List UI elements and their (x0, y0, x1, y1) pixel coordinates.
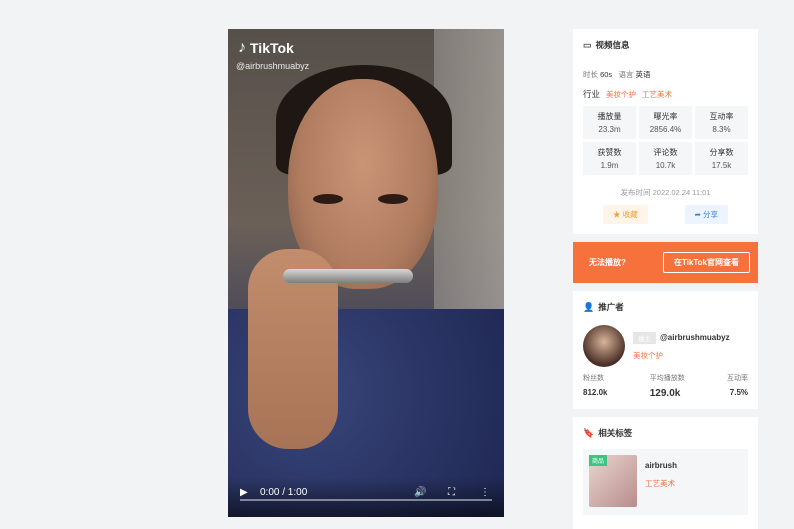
banner-text: 无法播放? (589, 258, 626, 267)
tag-name: airbrush (645, 461, 678, 470)
stat-cell: 获赞数 1.9m (583, 142, 636, 175)
stat-value: 2856.4% (649, 125, 682, 134)
stat-label: 曝光率 (653, 112, 678, 121)
volume-icon[interactable]: 🔊 (414, 487, 426, 498)
promoter-header: 👤 推广者 (583, 301, 748, 313)
industry-tag[interactable]: 美妆个护 (606, 89, 636, 100)
stat-cell: 曝光率 2856.4% (639, 106, 692, 139)
stat-cell: 评论数 10.7k (639, 142, 692, 175)
language-value: 英语 (635, 70, 651, 79)
stat-value: 129.0k (649, 388, 681, 399)
promoter-card: 👤 推广者 播主 @airbrushmuabyz 美妆个护 粉丝数 812.0k … (573, 291, 758, 409)
share-icon: ➦ (694, 210, 701, 219)
video-info-card: ▭ 视频信息 时长 60s 语言 英语 行业 美妆个护 工艺美术 播放量 23.3… (573, 29, 758, 234)
action-row: ★ 收藏 ➦ 分享 (583, 205, 748, 224)
stat-value: 17.5k (711, 161, 732, 170)
play-icon[interactable]: ▶ (240, 487, 248, 498)
favorite-label: 收藏 (622, 210, 638, 219)
stat-value: 1.9m (600, 161, 619, 170)
star-icon: ★ (613, 210, 621, 219)
share-label: 分享 (703, 210, 718, 219)
promoter-tag: 美妆个护 (633, 350, 663, 360)
stat-value: 7.5% (729, 388, 748, 397)
stat-label: 分享数 (709, 148, 734, 157)
tag-badge: 商品 (589, 455, 608, 466)
stat-label: 平均播放数 (649, 375, 685, 382)
stat-label: 互动率 (727, 375, 748, 382)
view-on-tiktok-button[interactable]: 在TikTok官网查看 (662, 252, 750, 273)
tag-category: 工艺美术 (645, 479, 675, 488)
video-eye-right (378, 194, 408, 204)
video-info-icon: ▭ (583, 39, 592, 50)
video-info-title: 视频信息 (595, 40, 630, 50)
video-airbrush (283, 269, 413, 283)
playback-banner: 无法播放? 在TikTok官网查看 (573, 242, 758, 283)
industry-label: 行业 (583, 89, 601, 99)
video-eye-left (313, 194, 343, 204)
right-panel: ▭ 视频信息 时长 60s 语言 英语 行业 美妆个护 工艺美术 播放量 23.3… (573, 29, 758, 529)
stat-value: 8.3% (712, 125, 731, 134)
stats-grid: 播放量 23.3m 曝光率 2856.4% 互动率 8.3% 获赞数 1.9m 评论数 1… (583, 106, 748, 175)
tiktok-note-icon: ♪ (238, 39, 246, 56)
video-meta: 时长 60s 语言 英语 (583, 69, 748, 80)
more-options-icon[interactable]: ⋮ (480, 487, 490, 498)
related-tags-card: 🔖 相关标签 商品 airbrush 工艺美术 (573, 417, 758, 529)
stat-cell: 分享数 17.5k (695, 142, 748, 175)
bookmark-icon: 🔖 (583, 427, 595, 438)
promoter-stats: 粉丝数 812.0k 平均播放数 129.0k 互动率 7.5% (583, 373, 748, 399)
stat-value: 812.0k (583, 388, 608, 397)
video-background-wall (434, 29, 504, 329)
stat-value: 10.7k (655, 161, 676, 170)
video-progress-bar[interactable] (240, 499, 492, 501)
video-player[interactable]: ♪ TikTok @airbrushmuabyz ▶ 0:00 / 1:00 🔊… (228, 29, 504, 517)
favorite-button[interactable]: ★ 收藏 (603, 205, 648, 224)
publish-time: 发布时间 2022.02.24 11:01 (620, 188, 711, 197)
person-icon: 👤 (583, 301, 595, 312)
promoter-profile[interactable]: 播主 @airbrushmuabyz 美妆个护 (583, 325, 748, 367)
duration-label: 时长 (583, 70, 598, 79)
industry-row: 行业 美妆个护 工艺美术 (583, 88, 748, 100)
tiktok-brand: TikTok (250, 40, 294, 56)
stat-label: 互动率 (709, 112, 734, 121)
share-button[interactable]: ➦ 分享 (684, 205, 728, 224)
duration-value: 60s (600, 70, 613, 79)
promoter-badge: 播主 (633, 331, 656, 344)
video-controls: ▶ 0:00 / 1:00 🔊 ⛶ ⋮ (228, 477, 504, 517)
language-label: 语言 (618, 70, 634, 79)
stat-label: 粉丝数 (583, 375, 604, 382)
stat-label: 获赞数 (597, 148, 622, 157)
promoter-name[interactable]: @airbrushmuabyz (660, 333, 730, 342)
video-time: 0:00 / 1:00 (260, 487, 308, 498)
related-tags-title: 相关标签 (598, 428, 633, 438)
stat-label: 评论数 (653, 148, 678, 157)
stat-cell: 播放量 23.3m (583, 106, 636, 139)
avatar[interactable] (583, 325, 625, 367)
tag-thumbnail: 商品 (589, 455, 637, 507)
promoter-stat: 平均播放数 129.0k (650, 373, 685, 399)
tag-item[interactable]: 商品 airbrush 工艺美术 (583, 449, 748, 515)
promoter-title: 推广者 (598, 302, 624, 312)
video-info-header: ▭ 视频信息 (583, 39, 748, 51)
stat-label: 播放量 (597, 112, 622, 121)
video-handle: @airbrushmuabyz (236, 61, 310, 71)
promoter-stat: 互动率 7.5% (727, 373, 748, 399)
fullscreen-icon[interactable]: ⛶ (448, 487, 455, 498)
promoter-stat: 粉丝数 812.0k (583, 373, 607, 399)
tiktok-logo: ♪ TikTok (238, 39, 294, 57)
related-tags-header: 🔖 相关标签 (583, 427, 748, 439)
stat-cell: 互动率 8.3% (695, 106, 748, 139)
stat-value: 23.3m (598, 125, 621, 134)
industry-tag[interactable]: 工艺美术 (642, 89, 672, 100)
